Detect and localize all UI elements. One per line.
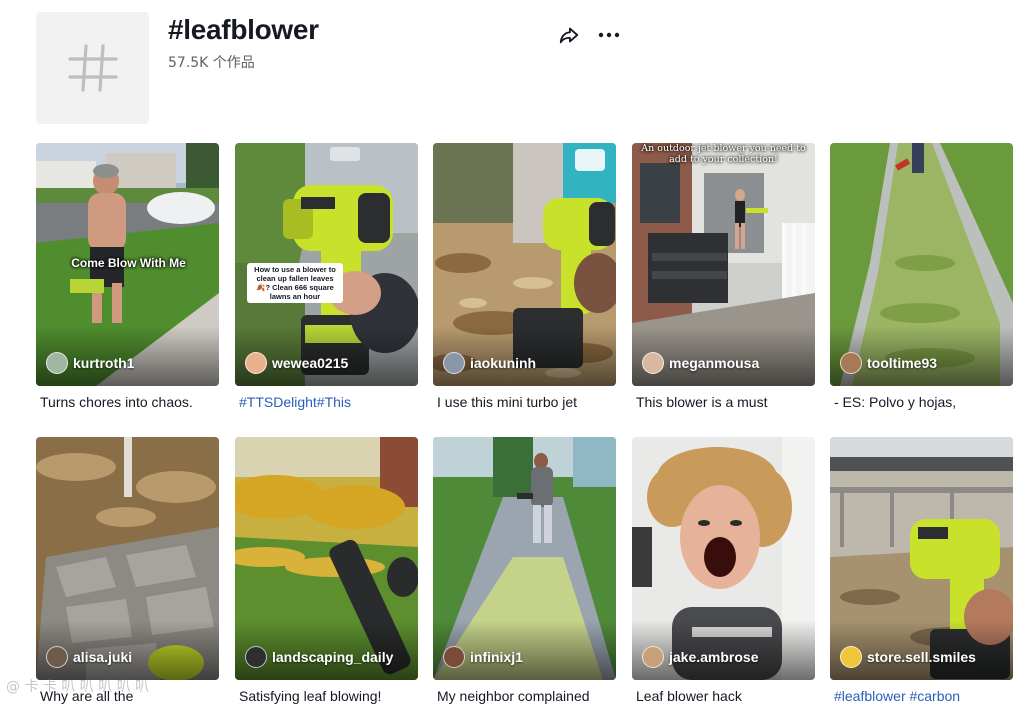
hashtag-avatar [36, 12, 149, 124]
username: tooltime93 [867, 355, 938, 371]
video-overlay-text: How to use a blower to clean up fallen l… [247, 263, 343, 303]
avatar [245, 352, 267, 374]
video-overlay-text: An outdoor jet blower you need to add to… [641, 143, 806, 165]
username: alisa.juki [73, 649, 133, 665]
video-thumbnail[interactable]: tooltime93 [830, 143, 1013, 386]
video-author[interactable]: tooltime93 [840, 352, 937, 374]
hashtag-icon [67, 44, 118, 92]
avatar [245, 646, 267, 668]
avatar [642, 352, 664, 374]
video-caption[interactable]: Turns chores into chaos. [40, 394, 219, 410]
video-author[interactable]: jake.ambrose [642, 646, 759, 668]
video-card[interactable]: infinixj1 My neighbor complained [433, 437, 616, 704]
avatar [46, 646, 68, 668]
video-overlay-text: Come Blow With Me [71, 256, 186, 270]
video-caption[interactable]: #TTSDelight#This [239, 394, 418, 410]
video-author[interactable]: landscaping_daily [245, 646, 393, 668]
video-thumbnail[interactable]: iaokuninh [433, 143, 616, 386]
avatar [46, 352, 68, 374]
video-thumbnail[interactable]: landscaping_daily [235, 437, 418, 680]
video-caption[interactable]: Leaf blower hack [636, 688, 815, 704]
more-options-icon [598, 32, 620, 38]
video-thumbnail[interactable]: jake.ambrose [632, 437, 815, 680]
username: landscaping_daily [272, 649, 394, 665]
video-card[interactable]: How to use a blower to clean up fallen l… [235, 143, 418, 410]
video-card[interactable]: iaokuninh I use this mini turbo jet [433, 143, 616, 410]
video-author[interactable]: wewea0215 [245, 352, 348, 374]
video-thumbnail[interactable]: infinixj1 [433, 437, 616, 680]
video-caption[interactable]: This blower is a must [636, 394, 815, 410]
share-icon [559, 27, 579, 44]
video-caption[interactable]: I use this mini turbo jet [437, 394, 616, 410]
hashtag-header: #leafblower 57.5K 个作品 [36, 12, 636, 124]
username: iaokuninh [470, 355, 537, 371]
video-card[interactable]: tooltime93 - ES: Polvo y hojas, [830, 143, 1013, 410]
more-options-button[interactable] [594, 22, 624, 48]
video-card[interactable]: An outdoor jet blower you need to add to… [632, 143, 815, 410]
video-author[interactable]: store.sell.smiles [840, 646, 976, 668]
username: kurtroth1 [73, 355, 135, 371]
video-caption[interactable]: My neighbor complained [437, 688, 616, 704]
video-card[interactable]: store.sell.smiles #leafblower #carbon [830, 437, 1013, 704]
share-button[interactable] [556, 22, 582, 48]
avatar [840, 352, 862, 374]
username: wewea0215 [272, 355, 349, 371]
video-thumbnail[interactable]: How to use a blower to clean up fallen l… [235, 143, 418, 386]
video-author[interactable]: iaokuninh [443, 352, 536, 374]
video-card[interactable]: alisa.juki Why are all the [36, 437, 219, 704]
watermark: @ 卡 卡 叭 叭 叭 叭 叭 [6, 679, 150, 695]
video-thumbnail[interactable]: An outdoor jet blower you need to add to… [632, 143, 815, 386]
username: store.sell.smiles [867, 649, 976, 665]
username: meganmousa [669, 355, 760, 371]
avatar [443, 352, 465, 374]
avatar [443, 646, 465, 668]
avatar [840, 646, 862, 668]
video-count: 57.5K 个作品 [168, 55, 255, 71]
video-card[interactable]: jake.ambrose Leaf blower hack [632, 437, 815, 704]
video-thumbnail[interactable]: Come Blow With Me kurtroth1 [36, 143, 219, 386]
username: jake.ambrose [669, 649, 759, 665]
video-caption[interactable]: Satisfying leaf blowing! [239, 688, 418, 704]
video-author[interactable]: infinixj1 [443, 646, 523, 668]
video-thumbnail[interactable]: store.sell.smiles [830, 437, 1013, 680]
video-card[interactable]: Come Blow With Me kurtroth1 Turns chores… [36, 143, 219, 410]
video-thumbnail[interactable]: alisa.juki [36, 437, 219, 680]
video-author[interactable]: meganmousa [642, 352, 759, 374]
video-caption[interactable]: #leafblower #carbon [834, 688, 1013, 704]
video-caption[interactable]: - ES: Polvo y hojas, [834, 394, 1013, 410]
page-title: #leafblower [168, 14, 319, 45]
video-card[interactable]: landscaping_daily Satisfying leaf blowin… [235, 437, 418, 704]
avatar [642, 646, 664, 668]
username: infinixj1 [470, 649, 523, 665]
video-author[interactable]: alisa.juki [46, 646, 132, 668]
video-author[interactable]: kurtroth1 [46, 352, 134, 374]
